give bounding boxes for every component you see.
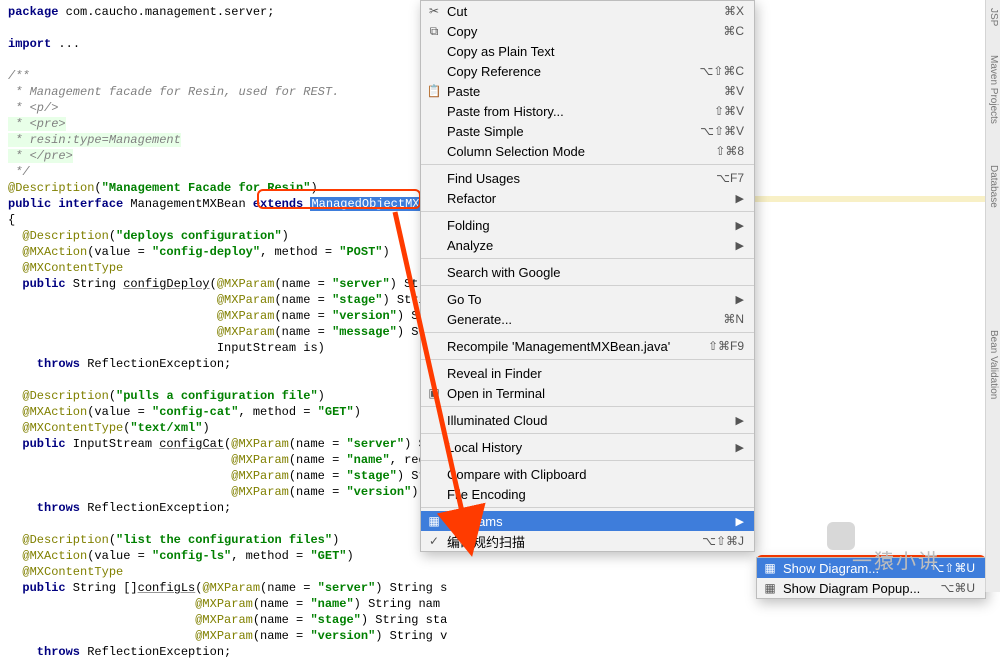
menu-item-shortcut: ⇧⌘V [714, 104, 744, 118]
menu-item-label: Cut [447, 4, 724, 19]
menu-item-shortcut: ⇧⌘8 [715, 144, 744, 158]
menu-item-cut[interactable]: ✂ Cut⌘X [421, 1, 754, 21]
menu-item-label: Search with Google [447, 265, 744, 280]
menu-item-refactor[interactable]: Refactor ▶ [421, 188, 754, 208]
menu-separator [421, 406, 754, 407]
menu-item-icon: ▦ [762, 561, 778, 575]
menu-item-paste[interactable]: 📋 Paste⌘V [421, 81, 754, 101]
menu-separator [421, 507, 754, 508]
menu-item-shortcut: ⌥⌘U [941, 581, 976, 595]
menu-item-folding[interactable]: Folding ▶ [421, 215, 754, 235]
menu-item-analyze[interactable]: Analyze ▶ [421, 235, 754, 255]
menu-item-copy[interactable]: ⧉ Copy⌘C [421, 21, 754, 41]
menu-item-label: Show Diagram Popup... [783, 581, 941, 596]
menu-item-label: Go To [447, 292, 730, 307]
menu-item-recompile-managementmxbean-java[interactable]: Recompile 'ManagementMXBean.java'⇧⌘F9 [421, 336, 754, 356]
menu-item-label: Diagrams [447, 514, 730, 529]
menu-item-copy-reference[interactable]: Copy Reference⌥⇧⌘C [421, 61, 754, 81]
menu-separator [421, 164, 754, 165]
menu-item-label: Copy [447, 24, 723, 39]
menu-item-shortcut: ⌥⇧⌘C [699, 64, 744, 78]
chevron-right-icon: ▶ [736, 219, 744, 232]
menu-item-show-diagram-popup[interactable]: ▦ Show Diagram Popup...⌥⌘U [757, 578, 985, 598]
menu-item-local-history[interactable]: Local History ▶ [421, 437, 754, 457]
menu-item-icon: ⧉ [426, 24, 442, 39]
menu-item-shortcut: ⌥⇧⌘J [702, 534, 744, 548]
menu-item-shortcut: ⌘V [724, 84, 744, 98]
rail-tab-maven[interactable]: Maven Projects [988, 55, 999, 124]
menu-separator [421, 332, 754, 333]
menu-item-label: Refactor [447, 191, 730, 206]
menu-separator [421, 460, 754, 461]
menu-item-file-encoding[interactable]: File Encoding [421, 484, 754, 504]
menu-item-icon: ▦ [426, 514, 442, 528]
menu-item-label: Column Selection Mode [447, 144, 715, 159]
menu-item-icon: ▣ [426, 386, 442, 400]
menu-item-icon: ✂ [426, 4, 442, 18]
menu-item-label: Paste Simple [447, 124, 700, 139]
menu-item-label: File Encoding [447, 487, 744, 502]
chevron-right-icon: ▶ [736, 192, 744, 205]
watermark-text: 一猿小讲 [852, 545, 940, 574]
menu-item-icon: 📋 [426, 84, 442, 98]
rail-tab-jsp[interactable]: JSP [988, 8, 999, 26]
menu-item-open-in-terminal[interactable]: ▣ Open in Terminal [421, 383, 754, 403]
menu-item-copy-as-plain-text[interactable]: Copy as Plain Text [421, 41, 754, 61]
menu-separator [421, 433, 754, 434]
menu-item-label: Open in Terminal [447, 386, 744, 401]
menu-item-compare-with-clipboard[interactable]: Compare with Clipboard [421, 464, 754, 484]
menu-item-reveal-in-finder[interactable]: Reveal in Finder [421, 363, 754, 383]
menu-item-label: Copy Reference [447, 64, 699, 79]
menu-item-icon: ▦ [762, 581, 778, 595]
menu-item-generate[interactable]: Generate...⌘N [421, 309, 754, 329]
menu-item-search-with-google[interactable]: Search with Google [421, 262, 754, 282]
rail-tab-bean[interactable]: Bean Validation [988, 330, 999, 399]
menu-item-[interactable]: ✓ 编码规约扫描⌥⇧⌘J [421, 531, 754, 551]
chevron-right-icon: ▶ [736, 441, 744, 454]
menu-item-label: Generate... [447, 312, 723, 327]
menu-item-label: Analyze [447, 238, 730, 253]
menu-item-column-selection-mode[interactable]: Column Selection Mode⇧⌘8 [421, 141, 754, 161]
watermark-icon [827, 522, 855, 550]
menu-item-label: Recompile 'ManagementMXBean.java' [447, 339, 708, 354]
menu-item-shortcut: ⌘C [723, 24, 744, 38]
menu-item-go-to[interactable]: Go To ▶ [421, 289, 754, 309]
rail-tab-database[interactable]: Database [988, 165, 999, 208]
chevron-right-icon: ▶ [736, 239, 744, 252]
menu-item-label: Reveal in Finder [447, 366, 744, 381]
menu-item-illuminated-cloud[interactable]: Illuminated Cloud ▶ [421, 410, 754, 430]
menu-item-label: Paste [447, 84, 724, 99]
menu-item-find-usages[interactable]: Find Usages⌥F7 [421, 168, 754, 188]
menu-item-shortcut: ⌘X [724, 4, 744, 18]
menu-item-diagrams[interactable]: ▦ Diagrams ▶ [421, 511, 754, 531]
menu-separator [421, 258, 754, 259]
menu-item-label: 编码规约扫描 [447, 532, 702, 551]
chevron-right-icon: ▶ [736, 515, 744, 528]
context-menu: ✂ Cut⌘X ⧉ Copy⌘C Copy as Plain Text Copy Refe… [420, 0, 755, 552]
menu-item-label: Folding [447, 218, 730, 233]
menu-item-shortcut: ⌥⇧⌘V [700, 124, 744, 138]
menu-item-shortcut: ⌥F7 [716, 171, 744, 185]
right-tool-rail[interactable]: JSP Maven Projects Database Bean Validat… [985, 0, 1000, 592]
menu-separator [421, 211, 754, 212]
menu-item-shortcut: ⌘N [723, 312, 744, 326]
menu-item-label: Copy as Plain Text [447, 44, 744, 59]
menu-separator [421, 285, 754, 286]
menu-item-paste-from-history[interactable]: Paste from History...⇧⌘V [421, 101, 754, 121]
menu-item-label: Find Usages [447, 171, 716, 186]
menu-item-paste-simple[interactable]: Paste Simple⌥⇧⌘V [421, 121, 754, 141]
chevron-right-icon: ▶ [736, 414, 744, 427]
menu-item-label: Compare with Clipboard [447, 467, 744, 482]
chevron-right-icon: ▶ [736, 293, 744, 306]
menu-separator [421, 359, 754, 360]
menu-item-icon: ✓ [426, 534, 442, 548]
menu-item-shortcut: ⇧⌘F9 [708, 339, 744, 353]
menu-item-label: Paste from History... [447, 104, 714, 119]
menu-item-label: Illuminated Cloud [447, 413, 730, 428]
menu-item-label: Local History [447, 440, 730, 455]
